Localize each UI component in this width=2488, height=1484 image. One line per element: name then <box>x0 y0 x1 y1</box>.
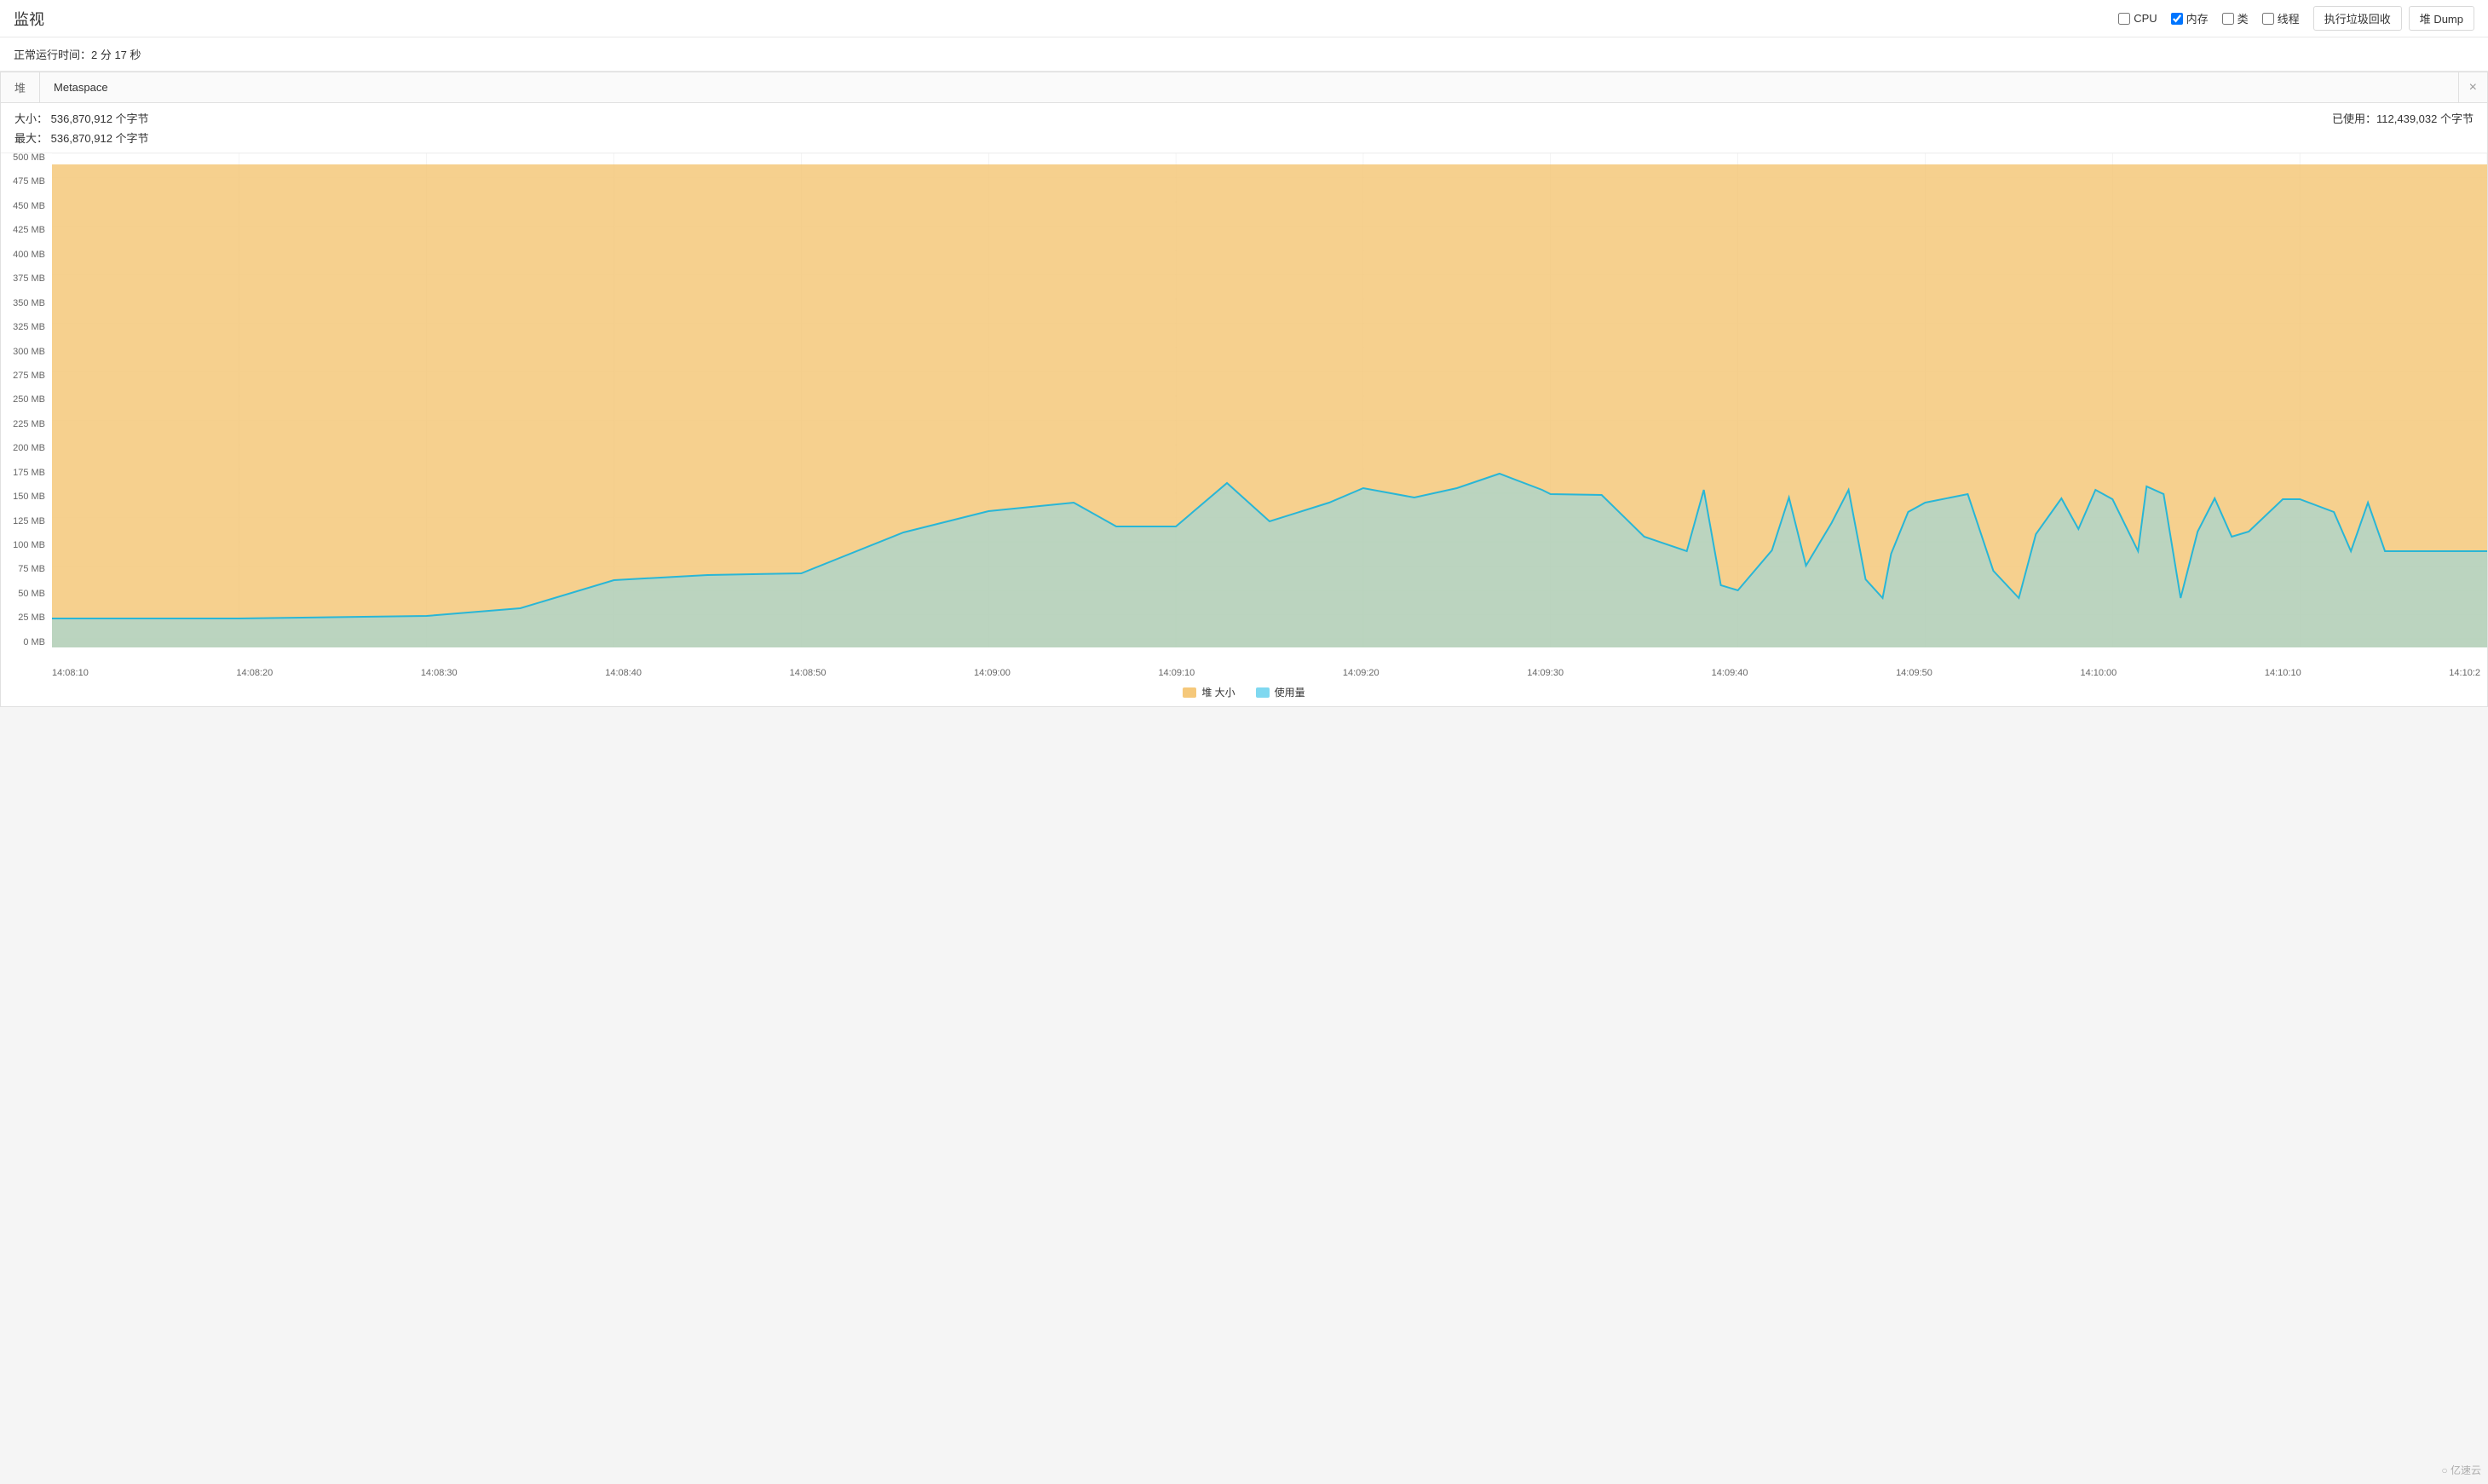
thread-checkbox-item[interactable]: 线程 <box>2262 10 2300 26</box>
y-axis-label: 325 MB <box>4 323 45 332</box>
y-axis-label: 450 MB <box>4 202 45 211</box>
y-axis-label: 0 MB <box>4 638 45 647</box>
monitor-checkboxes: CPU 内存 类 线程 <box>2118 10 2300 26</box>
x-axis-label: 14:09:40 <box>1712 668 1748 678</box>
y-axis-label: 300 MB <box>4 348 45 357</box>
class-checkbox[interactable] <box>2222 13 2234 25</box>
page-title: 监视 <box>14 8 44 30</box>
y-axis-label: 350 MB <box>4 299 45 308</box>
top-bar: 监视 CPU 内存 类 线程 执行垃圾回收 堆 Dump <box>0 0 2488 37</box>
x-axis-label: 14:08:30 <box>421 668 458 678</box>
legend-color <box>1183 687 1196 698</box>
x-axis-label: 14:08:10 <box>52 668 89 678</box>
x-axis-label: 14:09:20 <box>1343 668 1379 678</box>
uptime-text: 正常运行时间：2 分 17 秒 <box>14 49 141 61</box>
legend-label: 堆 大小 <box>1201 685 1235 699</box>
memory-checkbox[interactable] <box>2171 13 2183 25</box>
chart-area <box>52 153 2487 647</box>
x-axis-label: 14:09:10 <box>1158 668 1195 678</box>
legend-color <box>1256 687 1270 698</box>
cpu-label: CPU <box>2134 12 2157 25</box>
heap-dump-button[interactable]: 堆 Dump <box>2409 6 2474 31</box>
class-label: 类 <box>2237 10 2249 26</box>
heap-size-value: 536,870,912 个字节 <box>51 112 149 125</box>
x-axis-label: 14:09:30 <box>1527 668 1564 678</box>
cpu-checkbox-item[interactable]: CPU <box>2118 12 2157 25</box>
action-buttons: 执行垃圾回收 堆 Dump <box>2313 6 2474 31</box>
legend-item: 使用量 <box>1256 685 1305 699</box>
cpu-checkbox[interactable] <box>2118 13 2130 25</box>
thread-checkbox[interactable] <box>2262 13 2274 25</box>
x-axis-label: 14:09:50 <box>1896 668 1932 678</box>
x-axis-label: 14:08:50 <box>790 668 826 678</box>
heap-used-label: 已使用： <box>2332 110 2376 126</box>
x-axis-label: 14:10:00 <box>2080 668 2117 678</box>
heap-used-value: 112,439,032 个字节 <box>2376 110 2474 126</box>
memory-label: 内存 <box>2186 10 2209 26</box>
thread-label: 线程 <box>2278 10 2300 26</box>
heap-max-value: 536,870,912 个字节 <box>51 132 149 145</box>
heap-info-bar: 大小： 536,870,912 个字节 最大： 536,870,912 个字节 … <box>1 103 2487 153</box>
y-axis-label: 125 MB <box>4 517 45 526</box>
x-axis: 14:08:10 14:08:20 14:08:30 14:08:40 14:08:50… <box>52 647 2487 682</box>
chart-container: 500 MB 475 MB 450 MB 425 MB 400 MB 375 MB 350 … <box>1 153 2487 682</box>
heap-size-row: 大小： 536,870,912 个字节 <box>14 110 2332 126</box>
y-axis-label: 225 MB <box>4 420 45 429</box>
y-axis-label: 25 MB <box>4 613 45 623</box>
watermark: ○ 亿速云 <box>2441 1463 2481 1477</box>
y-axis-label: 150 MB <box>4 492 45 502</box>
legend-label: 使用量 <box>1275 685 1305 699</box>
heap-tab-bar: 堆 Metaspace × <box>1 72 2487 103</box>
y-axis-label: 75 MB <box>4 565 45 574</box>
heap-info-right: 已使用： 112,439,032 个字节 <box>2332 110 2474 126</box>
x-axis-label: 14:08:40 <box>605 668 642 678</box>
heap-tab-name[interactable]: Metaspace <box>40 81 2458 94</box>
y-axis-label: 100 MB <box>4 541 45 550</box>
x-axis-label: 14:08:20 <box>236 668 273 678</box>
heap-max-label: 最大： <box>14 132 48 145</box>
y-axis: 500 MB 475 MB 450 MB 425 MB 400 MB 375 MB 350 … <box>1 153 52 647</box>
chart-svg <box>52 153 2487 647</box>
uptime-bar: 正常运行时间：2 分 17 秒 <box>0 37 2488 72</box>
x-axis-label: 14:10:10 <box>2265 668 2301 678</box>
heap-info-left: 大小： 536,870,912 个字节 最大： 536,870,912 个字节 <box>14 110 2332 146</box>
heap-max-row: 最大： 536,870,912 个字节 <box>14 129 2332 146</box>
gc-button[interactable]: 执行垃圾回收 <box>2313 6 2402 31</box>
y-axis-label: 375 MB <box>4 274 45 284</box>
y-axis-label: 400 MB <box>4 250 45 260</box>
memory-checkbox-item[interactable]: 内存 <box>2171 10 2209 26</box>
y-axis-label: 425 MB <box>4 226 45 235</box>
heap-close-button[interactable]: × <box>2458 72 2487 102</box>
y-axis-label: 275 MB <box>4 371 45 381</box>
y-axis-label: 500 MB <box>4 153 45 163</box>
y-axis-label: 475 MB <box>4 177 45 187</box>
top-bar-right: CPU 内存 类 线程 执行垃圾回收 堆 Dump <box>2118 6 2474 31</box>
y-axis-label: 250 MB <box>4 395 45 405</box>
heap-panel: 堆 Metaspace × 大小： 536,870,912 个字节 最大： 53… <box>0 72 2488 707</box>
class-checkbox-item[interactable]: 类 <box>2222 10 2249 26</box>
y-axis-label: 50 MB <box>4 590 45 599</box>
legend-bar: 堆 大小 使用量 <box>1 682 2487 706</box>
y-axis-label: 200 MB <box>4 444 45 453</box>
heap-tab-label: 堆 <box>1 72 40 102</box>
y-axis-label: 175 MB <box>4 469 45 478</box>
x-axis-label: 14:09:00 <box>974 668 1011 678</box>
heap-size-label: 大小： <box>14 112 48 125</box>
x-axis-label: 14:10:2 <box>2449 668 2480 678</box>
legend-item: 堆 大小 <box>1183 685 1235 699</box>
